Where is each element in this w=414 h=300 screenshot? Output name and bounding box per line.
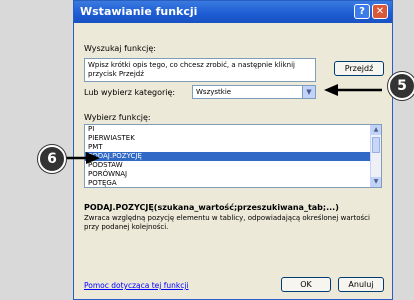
arrow-six-head [86, 152, 100, 164]
callout-five: 5 [388, 72, 414, 100]
arrow-five-head [324, 84, 338, 96]
callout-six: 6 [38, 145, 66, 173]
